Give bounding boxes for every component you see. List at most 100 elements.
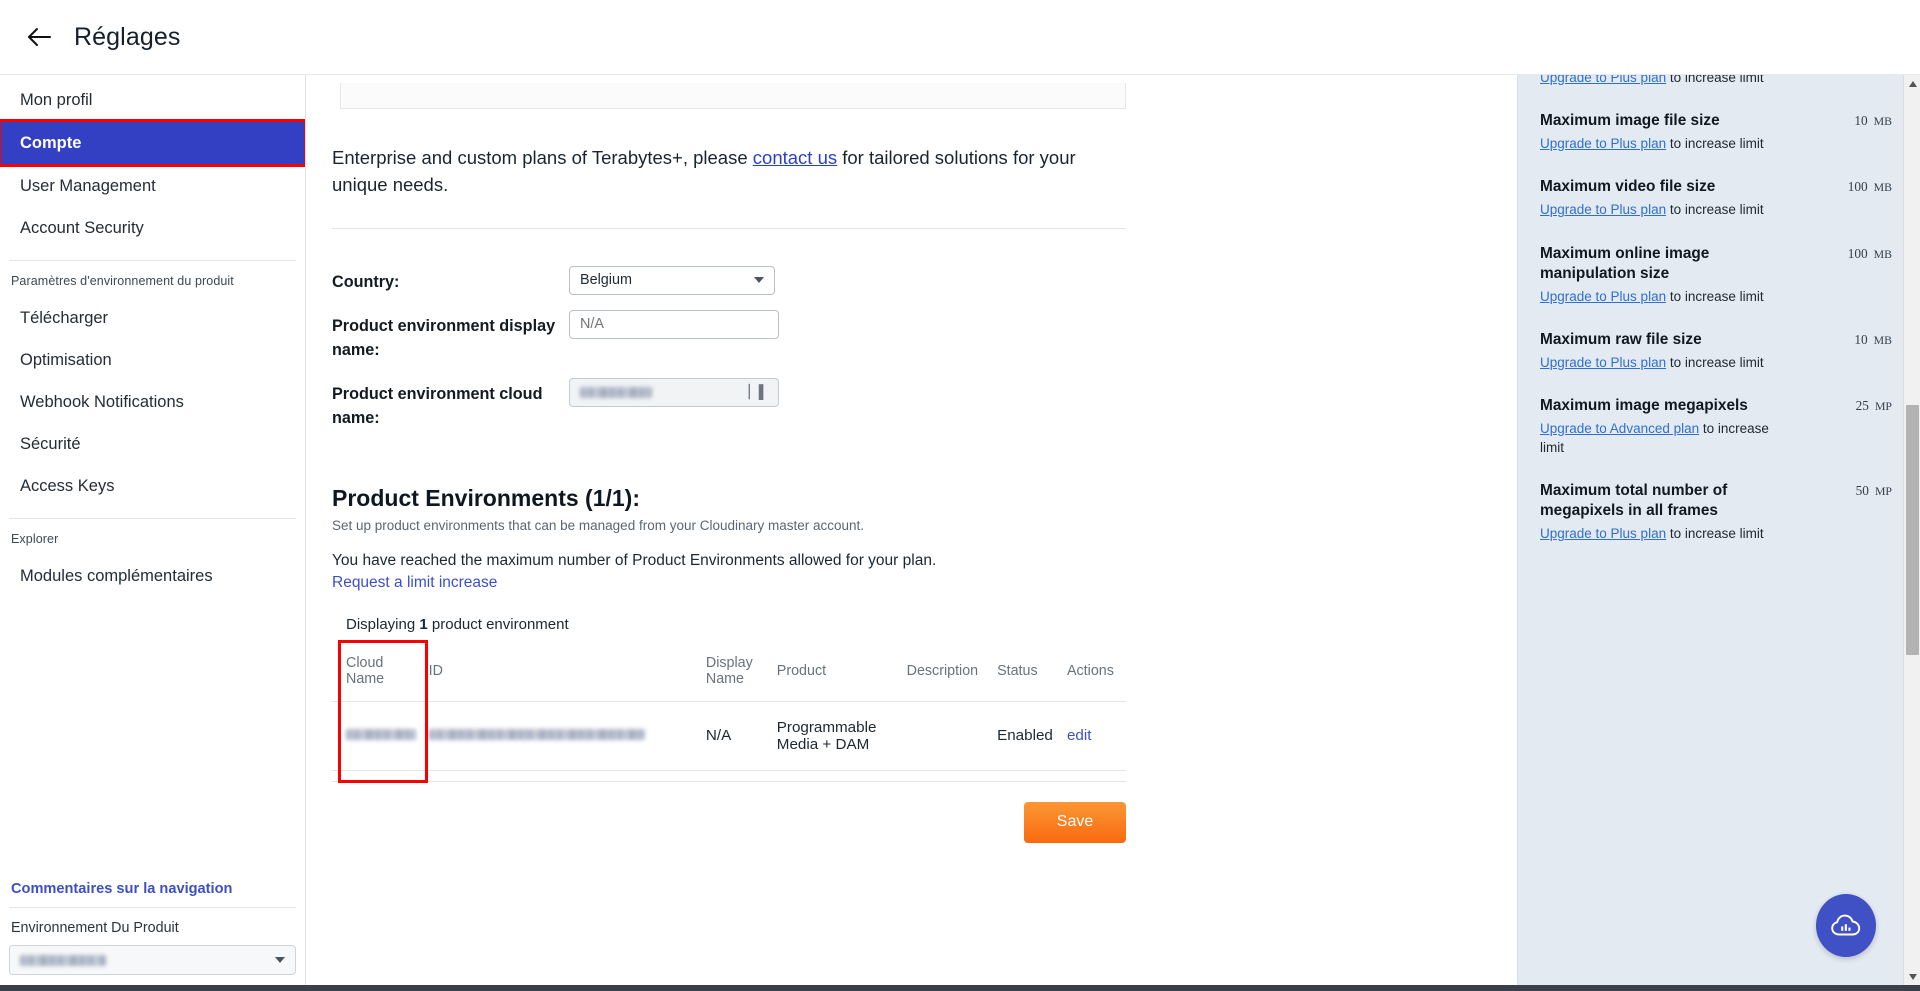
upgrade-plan-link[interactable]: Upgrade to Plus plan — [1540, 289, 1666, 304]
plan-limit-title: Maximum online image manipulation size — [1540, 244, 1740, 284]
cloudinary-cloud-icon — [1831, 914, 1861, 938]
sidebar-item-label: Modules complémentaires — [20, 567, 213, 586]
sidebar-item-label: Mon profil — [20, 91, 92, 110]
sidebar-footer: Commentaires sur la navigation Environne… — [0, 881, 305, 985]
plan-limit-value: 100MB — [1848, 177, 1892, 195]
sidebar-group-label-explorer: Explorer — [0, 530, 305, 555]
enterprise-text-before: Enterprise and custom plans of Terabytes… — [332, 147, 753, 168]
upgrade-suffix: to increase limit — [1666, 355, 1764, 370]
column-header-actions: Actions — [1067, 641, 1126, 702]
plan-limits-panel: Upgrade to Plus plan to increase limit M… — [1517, 75, 1920, 985]
plan-limit-unit: MP — [1875, 484, 1892, 498]
plan-limit-title: Maximum total number of megapixels in al… — [1540, 481, 1740, 521]
sidebar-item-mon-profil[interactable]: Mon profil — [0, 79, 305, 121]
environments-table: Cloud Name ID Display Name Product Descr… — [332, 641, 1126, 771]
contact-us-link[interactable]: contact us — [753, 147, 837, 168]
limit-reached-note: You have reached the maximum number of P… — [332, 552, 1126, 570]
sidebar-item-label: Webhook Notifications — [20, 393, 184, 412]
cell-status: Enabled — [997, 701, 1067, 770]
form-row-cloud-name: Product environment cloud name: ▏▌ — [332, 378, 1126, 431]
upgrade-plan-link[interactable]: Upgrade to Plus plan — [1540, 75, 1666, 85]
sidebar-item-label: User Management — [20, 177, 156, 196]
request-limit-increase-link[interactable]: Request a limit increase — [332, 574, 1126, 592]
content-divider — [332, 228, 1126, 229]
scrollbar-thumb[interactable] — [1906, 405, 1919, 655]
id-redacted — [429, 729, 645, 740]
content-inner: Enterprise and custom plans of Terabytes… — [306, 75, 1166, 843]
plan-limit-item-max-online-image-manipulation-size: Maximum online image manipulation size 1… — [1540, 244, 1892, 306]
plan-limit-unit: MB — [1874, 114, 1892, 128]
cell-cloud-name — [332, 701, 429, 770]
display-name-input[interactable] — [569, 310, 779, 339]
sidebar-divider — [9, 518, 296, 519]
country-value: Belgium — [580, 272, 632, 288]
sidebar-item-label: Account Security — [20, 219, 144, 238]
sidebar-item-compte[interactable]: Compte — [0, 121, 305, 165]
plan-limit-number: 25 — [1856, 398, 1869, 413]
sidebar-item-telecharger[interactable]: Télécharger — [0, 297, 305, 339]
upgrade-suffix: to increase limit — [1666, 202, 1764, 217]
upgrade-plan-link[interactable]: Upgrade to Plus plan — [1540, 355, 1666, 370]
plan-limit-number: 50 — [1856, 483, 1869, 498]
panel-scrollbar[interactable] — [1903, 75, 1920, 985]
save-row: Save — [332, 781, 1126, 843]
sidebar: Mon profil Compte User Management Accoun… — [0, 75, 306, 985]
cell-description — [907, 701, 997, 770]
help-widget-button[interactable] — [1816, 894, 1876, 957]
column-header-product: Product — [777, 641, 907, 702]
sidebar-item-user-management[interactable]: User Management — [0, 165, 305, 207]
product-environments-subtitle: Set up product environments that can be … — [332, 518, 1126, 533]
product-environment-select[interactable] — [9, 945, 296, 975]
product-environments-title: Product Environments (1/1): — [332, 485, 1126, 512]
column-header-description: Description — [907, 641, 997, 702]
country-select[interactable]: Belgium — [569, 266, 775, 295]
edit-link[interactable]: edit — [1067, 727, 1092, 744]
upgrade-plan-link[interactable]: Upgrade to Plus plan — [1540, 526, 1666, 541]
cloud-name-value-redacted — [580, 387, 652, 398]
sidebar-item-optimisation[interactable]: Optimisation — [0, 339, 305, 381]
sidebar-item-modules-complementaires[interactable]: Modules complémentaires — [0, 555, 305, 597]
upgrade-plan-link[interactable]: Upgrade to Plus plan — [1540, 202, 1666, 217]
sidebar-group-label-product: Paramètres d'environnement du produit — [0, 272, 305, 297]
navigation-feedback-link[interactable]: Commentaires sur la navigation — [0, 881, 305, 907]
upgrade-plan-link[interactable]: Upgrade to Plus plan — [1540, 136, 1666, 151]
plan-limit-unit: MB — [1874, 247, 1892, 261]
main-content: Enterprise and custom plans of Terabytes… — [306, 75, 1517, 985]
plan-limit-title: Maximum image megapixels — [1540, 396, 1748, 416]
plan-limits-list: Upgrade to Plus plan to increase limit M… — [1518, 75, 1920, 543]
plan-limit-item-max-video-file-size: Maximum video file size 100MB Upgrade to… — [1540, 177, 1892, 219]
sidebar-item-account-security[interactable]: Account Security — [0, 207, 305, 249]
plan-limit-sub: Upgrade to Plus plan to increase limit — [1540, 75, 1830, 87]
plan-limit-item-clipped: Upgrade to Plus plan to increase limit — [1540, 75, 1892, 87]
scrollbar-up-arrow-icon[interactable] — [1904, 75, 1920, 92]
column-header-id: ID — [429, 641, 706, 702]
sidebar-item-webhook-notifications[interactable]: Webhook Notifications — [0, 381, 305, 423]
body: Mon profil Compte User Management Accoun… — [0, 75, 1920, 985]
sidebar-item-securite[interactable]: Sécurité — [0, 423, 305, 465]
main-wrap: Enterprise and custom plans of Terabytes… — [306, 75, 1920, 985]
upgrade-suffix: to increase limit — [1666, 136, 1764, 151]
product-environment-value-redacted — [20, 955, 106, 966]
sidebar-item-label: Optimisation — [20, 351, 112, 370]
plan-limit-unit: MB — [1874, 180, 1892, 194]
account-form: Country: Belgium Product environment dis… — [332, 266, 1126, 431]
scrollbar-down-arrow-icon[interactable] — [1904, 968, 1920, 985]
plan-limit-value: 50 MP — [1856, 481, 1892, 499]
displaying-prefix: Displaying — [346, 616, 419, 633]
upgrade-plan-link[interactable]: Upgrade to Advanced plan — [1540, 421, 1699, 436]
sidebar-nav: Mon profil Compte User Management Accoun… — [0, 75, 305, 881]
sidebar-item-label: Sécurité — [20, 435, 81, 454]
plan-limit-value: 10MB — [1854, 330, 1892, 348]
sidebar-item-access-keys[interactable]: Access Keys — [0, 465, 305, 507]
settings-page: Réglages Mon profil Compte User Manageme… — [0, 0, 1920, 991]
display-name-label: Product environment display name: — [332, 310, 569, 363]
save-button[interactable]: Save — [1024, 802, 1126, 843]
plan-limit-number: 10 — [1854, 332, 1867, 347]
sidebar-item-label: Télécharger — [20, 309, 108, 328]
column-header-cloud-name: Cloud Name — [332, 641, 429, 702]
sidebar-footer-divider — [9, 907, 296, 908]
cloud-name-redacted — [346, 729, 416, 740]
back-arrow-icon[interactable] — [22, 20, 56, 54]
page-title: Réglages — [74, 23, 180, 52]
form-row-country: Country: Belgium — [332, 266, 1126, 295]
